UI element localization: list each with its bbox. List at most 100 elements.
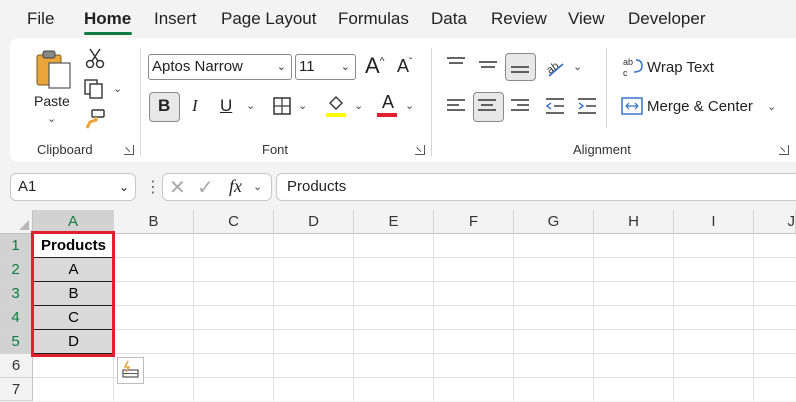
decrease-indent-icon[interactable] [545,97,565,115]
gridline [673,234,674,401]
menu-developer[interactable]: Developer [628,9,706,29]
menu-page-layout[interactable]: Page Layout [221,9,316,29]
menu-formulas[interactable]: Formulas [338,9,409,29]
gridline [33,353,796,354]
italic-button[interactable]: I [192,96,198,116]
borders-dropdown-icon[interactable]: ⌄ [298,99,307,112]
orientation-icon[interactable]: ab [545,56,567,78]
copy-dropdown-icon[interactable]: ⌄ [113,82,122,95]
format-painter-icon[interactable] [84,108,106,130]
formula-actions: ✕ ✓ fx ⌄ [162,173,272,201]
align-center-icon [477,97,497,115]
font-color-swatch [377,113,397,117]
column-header-i[interactable]: I [674,210,754,234]
chevron-down-icon: ⌄ [253,181,263,193]
menu-view[interactable]: View [568,9,605,29]
clipboard-launcher-icon[interactable] [124,145,134,155]
copy-icon[interactable] [83,78,107,100]
align-left-icon[interactable] [446,97,466,115]
grow-font-icon[interactable]: A^ [365,53,384,79]
font-color-icon[interactable]: A [382,92,394,113]
gridline [33,377,796,378]
fill-color-dropdown-icon[interactable]: ⌄ [354,99,363,112]
shrink-font-icon[interactable]: Aˇ [397,56,412,77]
align-top-icon[interactable] [446,56,466,72]
gridline [33,329,796,330]
column-header-h[interactable]: H [594,210,674,234]
quick-analysis-button[interactable] [117,357,144,384]
fill-color-icon[interactable] [325,94,347,118]
align-right-icon[interactable] [510,97,530,115]
gridline [753,234,754,401]
paste-dropdown-icon[interactable]: ⌄ [47,112,56,125]
enter-icon[interactable]: ✓ [197,175,214,200]
insert-function-icon[interactable]: fx [229,176,242,197]
font-launcher-icon[interactable] [415,145,425,155]
row-header-4[interactable]: 4 [0,306,33,330]
formula-value: Products [287,178,347,195]
column-header-e[interactable]: E [354,210,434,234]
increase-indent-icon[interactable] [577,97,597,115]
select-all-button[interactable] [0,210,33,234]
gridline [433,234,434,401]
formula-input[interactable]: Products [276,173,796,201]
menu-home[interactable]: Home [84,9,131,29]
row-header-3[interactable]: 3 [0,282,33,306]
orientation-dropdown-icon[interactable]: ⌄ [573,60,582,73]
wrap-text-button[interactable]: Wrap Text [647,59,714,76]
gridline [33,257,796,258]
menu-bar: File Home Insert Page Layout Formulas Da… [0,0,796,38]
alignment-launcher-icon[interactable] [779,145,789,155]
selection-highlight-box [31,231,115,357]
name-box-value: A1 [18,178,37,195]
menu-insert[interactable]: Insert [154,9,197,29]
menu-file[interactable]: File [27,9,54,29]
quick-analysis-icon [122,360,139,378]
merge-center-dropdown-icon[interactable]: ⌄ [767,100,776,113]
row-header-5[interactable]: 5 [0,330,33,354]
gridline [593,234,594,401]
row-header-7[interactable]: 7 [0,378,33,401]
svg-text:ab: ab [623,57,633,67]
font-name-select[interactable]: Aptos Narrow ⌄ [148,54,292,80]
column-header-b[interactable]: B [114,210,194,234]
menu-review[interactable]: Review [491,9,547,29]
gridline [193,234,194,401]
font-size-select[interactable]: 11 ⌄ [295,54,356,80]
menu-data[interactable]: Data [431,9,467,29]
column-header-c[interactable]: C [194,210,274,234]
column-header-d[interactable]: D [274,210,354,234]
cancel-icon[interactable]: ✕ [169,175,186,200]
column-header-f[interactable]: F [434,210,514,234]
underline-button[interactable]: U [220,96,232,116]
merge-center-button[interactable]: Merge & Center [647,98,753,115]
row-header-1[interactable]: 1 [0,234,33,258]
align-bottom-icon [510,60,530,76]
align-middle-icon[interactable] [478,58,498,74]
alignment-group-label: Alignment [573,142,631,157]
row-header-6[interactable]: 6 [0,354,33,378]
gridline [33,281,796,282]
font-color-dropdown-icon[interactable]: ⌄ [405,99,414,112]
paste-label[interactable]: Paste [34,93,70,109]
merge-center-icon[interactable] [621,96,643,116]
gridline [33,305,796,306]
gridline [353,234,354,401]
name-box[interactable]: A1 ⌄ [10,173,136,201]
borders-icon[interactable] [272,96,292,116]
more-options-icon[interactable]: ⋮ [145,177,161,197]
wrap-text-icon[interactable]: ab c [622,56,644,78]
active-tab-indicator [84,32,132,35]
row-header-2[interactable]: 2 [0,258,33,282]
column-header-j[interactable]: J [754,210,796,234]
paste-icon[interactable] [34,48,74,90]
svg-text:c: c [623,68,628,78]
chevron-down-icon: ⌄ [118,180,129,194]
font-size-value: 11 [299,58,315,75]
underline-dropdown-icon[interactable]: ⌄ [246,99,255,112]
font-name-value: Aptos Narrow [152,58,243,75]
column-header-g[interactable]: G [514,210,594,234]
ribbon-separator [140,48,141,156]
cut-icon[interactable] [85,47,105,69]
font-group-label: Font [262,142,289,157]
